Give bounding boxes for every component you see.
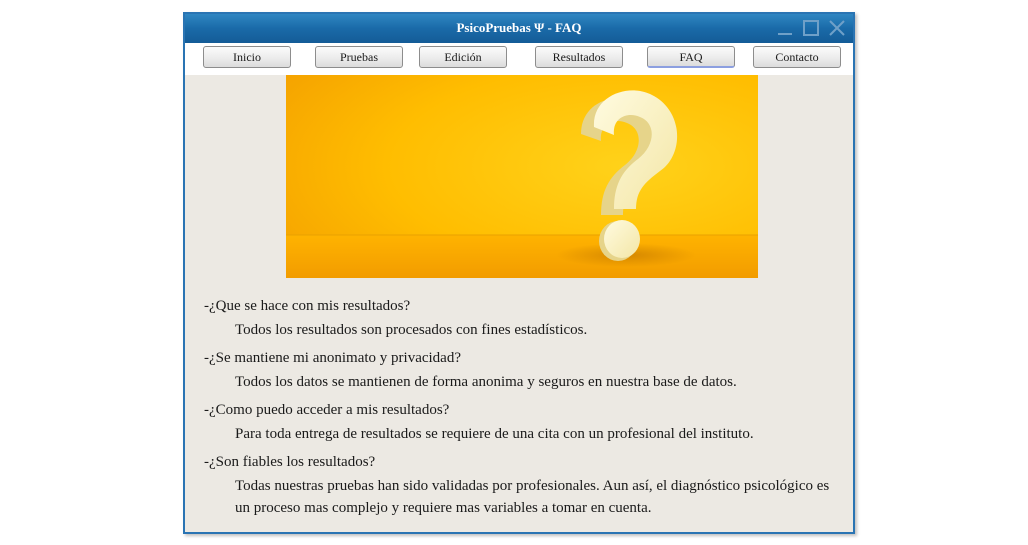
nav-button-pruebas[interactable]: Pruebas [315,46,403,68]
faq-item: -¿Son fiables los resultados? Todas nues… [204,449,844,519]
minimize-icon[interactable] [775,18,795,38]
faq-answer: Todas nuestras pruebas han sido validada… [235,478,830,516]
nav-bar: Inicio Pruebas Edición Resultados FAQ Co… [185,43,853,75]
title-bar[interactable]: PsicoPruebas Ψ - FAQ [185,14,853,43]
window-controls [775,17,847,39]
faq-item: -¿Como puedo acceder a mis resultados? P… [204,397,844,445]
faq-item: -¿Se mantiene mi anonimato y privacidad?… [204,345,844,393]
nav-button-edicion[interactable]: Edición [419,46,507,68]
window-title: PsicoPruebas Ψ - FAQ [456,20,582,35]
faq-item: -¿Que se hace con mis resultados? Todos … [204,293,844,341]
faq-question: -¿Como puedo acceder a mis resultados? [204,402,450,418]
nav-button-inicio[interactable]: Inicio [203,46,291,68]
nav-button-contacto[interactable]: Contacto [753,46,841,68]
faq-answer: Para toda entrega de resultados se requi… [235,426,754,442]
faq-answer: Todos los datos se mantienen de forma an… [235,374,737,390]
faq-question: -¿Son fiables los resultados? [204,454,376,470]
faq-question: -¿Se mantiene mi anonimato y privacidad? [204,350,461,366]
maximize-icon[interactable] [801,18,821,38]
nav-button-resultados[interactable]: Resultados [535,46,623,68]
faq-answer: Todos los resultados son procesados con … [235,322,588,338]
faq-question: -¿Que se hace con mis resultados? [204,298,411,314]
close-icon[interactable] [827,18,847,38]
faq-list: -¿Que se hace con mis resultados? Todos … [204,293,844,523]
question-mark-icon [286,75,758,278]
nav-button-faq[interactable]: FAQ [647,46,735,68]
app-window: PsicoPruebas Ψ - FAQ Inicio Pruebas Edic… [183,12,855,534]
faq-hero-image [286,75,758,278]
